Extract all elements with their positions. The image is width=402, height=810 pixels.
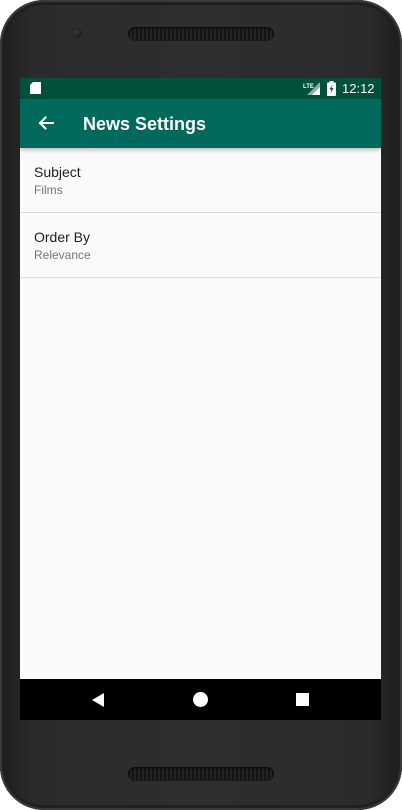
battery-charging-icon — [327, 81, 336, 96]
phone-frame: LTE 12:12 News Settings Subject Films Or… — [0, 0, 402, 810]
nav-home-button[interactable] — [176, 679, 224, 720]
screen: LTE 12:12 News Settings Subject Films Or… — [20, 78, 381, 720]
page-title: News Settings — [83, 114, 207, 134]
status-time: 12:12 — [342, 81, 375, 96]
preference-summary: Relevance — [34, 248, 91, 262]
preference-title: Subject — [34, 164, 81, 180]
app-bar: News Settings — [20, 99, 381, 148]
status-bar: LTE 12:12 — [20, 78, 381, 99]
preference-title: Order By — [34, 229, 91, 245]
preference-subject[interactable]: Subject Films — [20, 148, 381, 213]
network-type-label: LTE — [303, 84, 314, 90]
front-camera — [72, 28, 82, 38]
preference-order-by[interactable]: Order By Relevance — [20, 213, 381, 278]
sd-card-icon — [30, 82, 41, 94]
recents-square-icon — [295, 693, 309, 706]
bottom-speaker-grille — [128, 767, 274, 781]
preferences-list: Subject Films Order By Relevance — [20, 148, 381, 278]
nav-back-button[interactable] — [74, 679, 122, 720]
preference-summary: Films — [34, 183, 63, 197]
home-circle-icon — [192, 692, 208, 707]
top-speaker-grille — [128, 27, 274, 41]
navigation-bar — [20, 679, 381, 720]
back-triangle-icon — [92, 692, 104, 707]
back-button[interactable] — [28, 105, 64, 141]
arrow-back-icon — [38, 116, 54, 130]
nav-recents-button[interactable] — [278, 679, 326, 720]
signal-icon: LTE — [303, 82, 320, 95]
